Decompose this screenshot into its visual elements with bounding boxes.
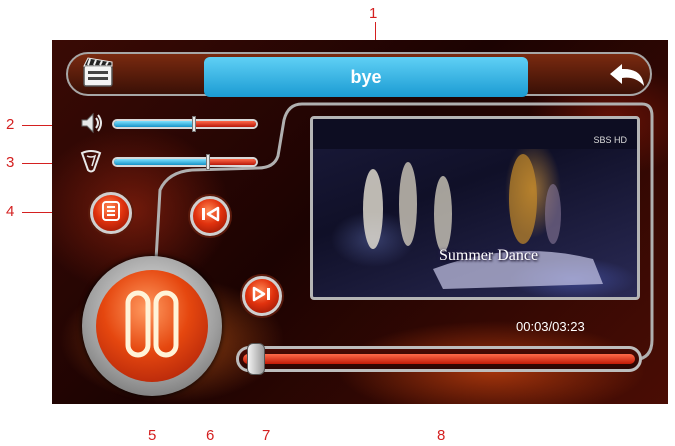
play-pause-button[interactable]	[82, 256, 222, 396]
pause-icon	[122, 289, 182, 364]
callout-3: 3	[6, 154, 15, 171]
list-icon	[102, 200, 120, 226]
channel-logo: SBS HD	[593, 135, 627, 145]
seek-bar-thumb[interactable]	[247, 343, 265, 375]
callout-6: 6	[206, 427, 215, 444]
tone-slider[interactable]	[112, 157, 258, 167]
seek-bar[interactable]	[236, 343, 642, 375]
previous-track-icon	[200, 206, 220, 227]
video-caption: Summer Dance	[439, 247, 539, 264]
callout-5: 5	[148, 427, 157, 444]
tone-slider-remaining	[208, 159, 256, 165]
play-pause-face	[96, 270, 208, 382]
volume-slider-thumb[interactable]	[192, 116, 196, 132]
next-button[interactable]	[242, 276, 282, 316]
volume-slider-fill	[114, 121, 194, 127]
callout-7: 7	[262, 427, 271, 444]
next-track-icon	[252, 286, 272, 307]
callout-8: 8	[437, 427, 446, 444]
speaker-icon	[78, 110, 104, 136]
tone-slider-fill	[114, 159, 208, 165]
playlist-button[interactable]	[90, 192, 132, 234]
tone-slider-thumb[interactable]	[206, 154, 210, 170]
volume-slider[interactable]	[112, 119, 258, 129]
callout-2: 2	[6, 116, 15, 133]
video-display[interactable]: SBS HD Summer Dance	[310, 116, 640, 300]
clapperboard-icon[interactable]	[80, 54, 116, 90]
back-arrow-icon[interactable]	[608, 62, 648, 88]
callout-4: 4	[6, 203, 15, 220]
player-screen: bye SBS HD Summer Dance 00:03/03:23	[52, 40, 668, 404]
track-title: bye	[204, 57, 528, 97]
tone-icon	[78, 148, 104, 174]
callout-1: 1	[369, 5, 378, 22]
playback-time: 00:03/03:23	[516, 319, 585, 334]
volume-slider-remaining	[194, 121, 256, 127]
previous-button[interactable]	[190, 196, 230, 236]
seek-bar-track-fill	[243, 354, 635, 364]
